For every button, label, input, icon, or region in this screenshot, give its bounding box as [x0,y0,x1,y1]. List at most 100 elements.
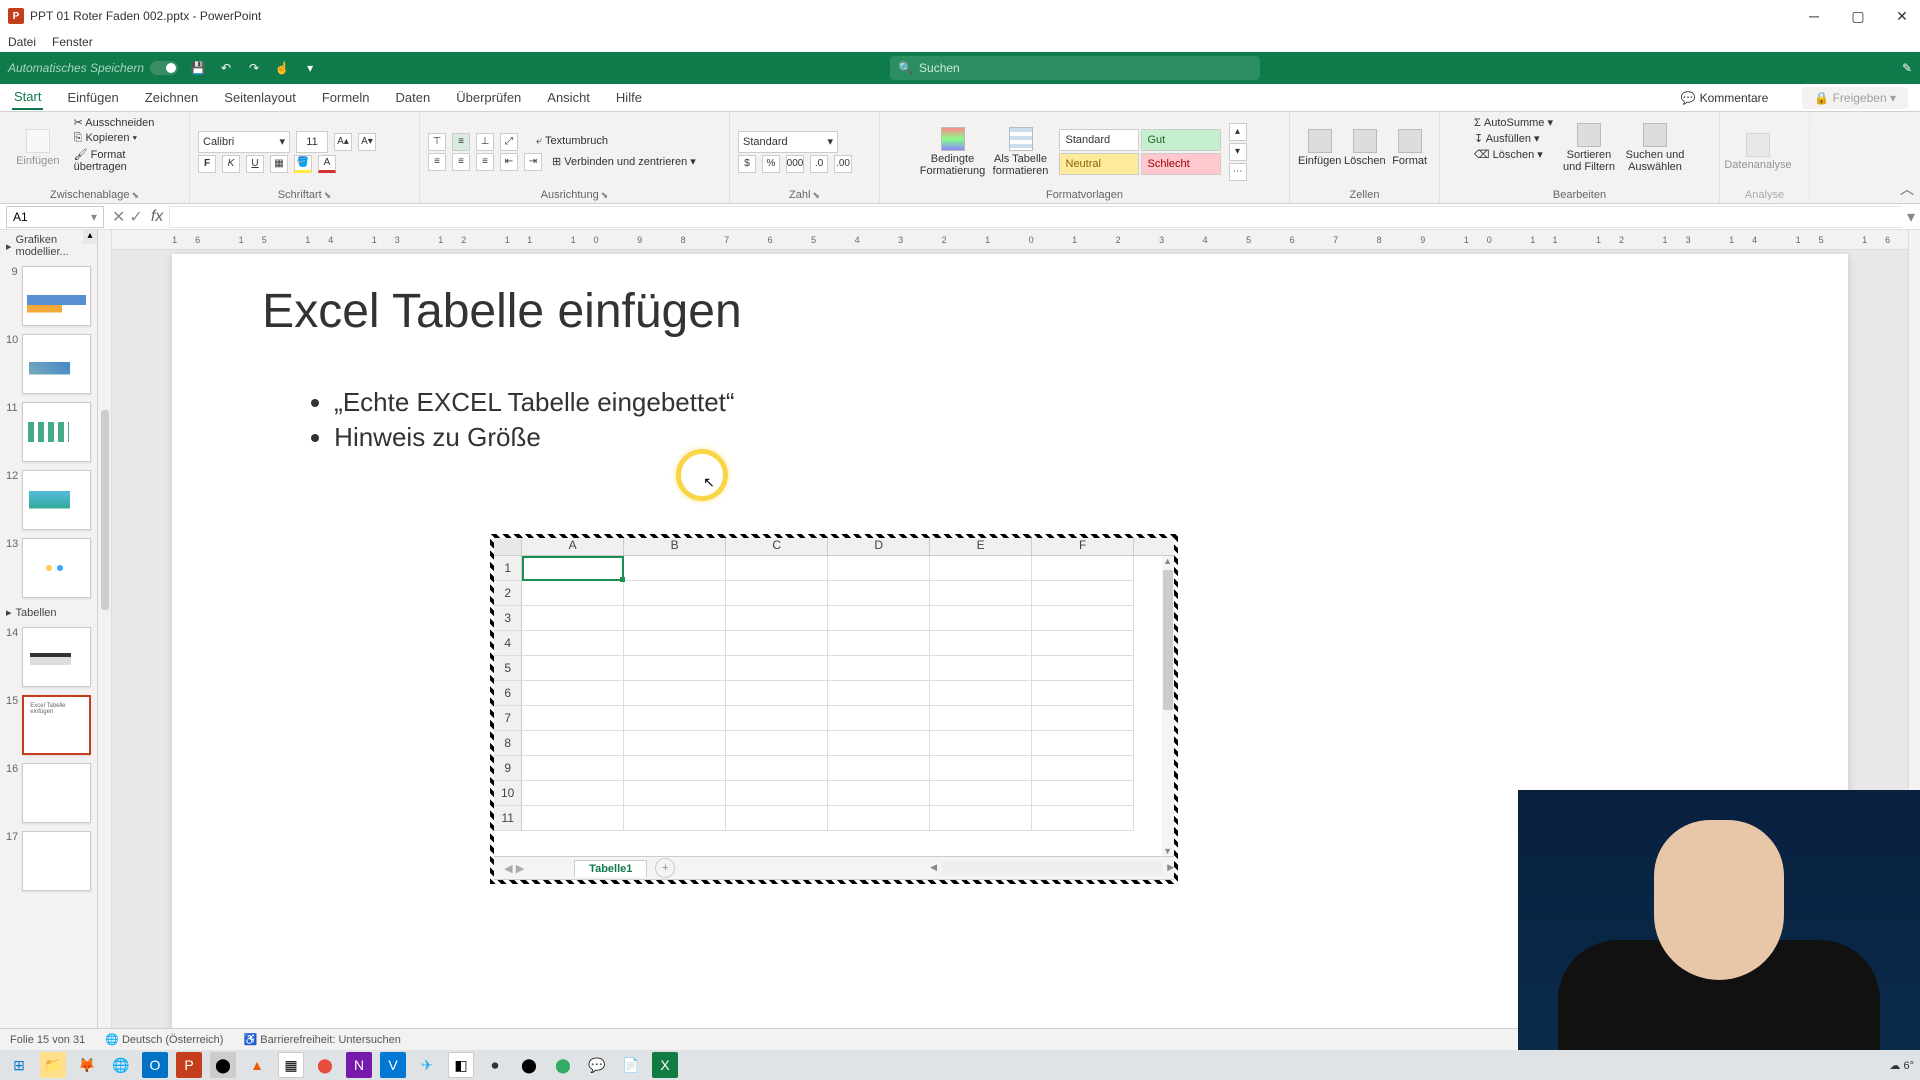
indent-inc-icon[interactable]: ⇥ [524,153,542,171]
select-all-corner[interactable] [494,538,522,555]
align-top-icon[interactable]: ⊤ [428,133,446,151]
percent-icon[interactable]: % [762,155,780,173]
excel-grid[interactable]: 1 2 3 4 5 6 7 8 9 10 11 [494,556,1162,856]
bullet-1[interactable]: „Echte EXCEL Tabelle eingebettet“ [334,387,1758,418]
bold-button[interactable]: F [198,155,216,173]
collapse-ribbon-icon[interactable]: ︿ [1900,179,1914,199]
indent-dec-icon[interactable]: ⇤ [500,153,518,171]
thumb-scroll-up-icon[interactable]: ▴ [83,230,97,244]
excel-icon[interactable]: X [652,1052,678,1078]
cut-button[interactable]: ✂ Ausschneiden [74,116,181,129]
qat-more-icon[interactable]: ▾ [302,60,318,76]
row-1[interactable]: 1 [494,556,522,581]
powerpoint-icon[interactable]: P [176,1052,202,1078]
app-icon-3[interactable]: ⬤ [312,1052,338,1078]
col-C[interactable]: C [726,538,828,555]
row-7[interactable]: 7 [494,706,522,731]
align-left-icon[interactable]: ≡ [428,153,446,171]
touch-icon[interactable]: ☝ [274,60,290,76]
increase-font-icon[interactable]: A▴ [334,133,352,151]
fill-button[interactable]: ↧ Ausfüllen ▾ [1474,132,1553,145]
sort-filter-button[interactable]: Sortieren und Filtern [1559,116,1619,180]
thumb-14[interactable]: 14 [0,623,97,691]
thumb-16[interactable]: 16 [0,759,97,827]
status-access[interactable]: ♿ Barrierefreiheit: Untersuchen [243,1033,400,1046]
underline-button[interactable]: U [246,155,264,173]
freigeben-button[interactable]: 🔒 Freigeben ▾ [1802,87,1908,109]
tab-start[interactable]: Start [12,85,43,110]
col-E[interactable]: E [930,538,1032,555]
tab-formeln[interactable]: Formeln [320,86,372,109]
row-9[interactable]: 9 [494,756,522,781]
font-launcher-icon[interactable]: ⬊ [324,190,332,201]
insert-cells-button[interactable]: Einfügen [1298,116,1341,180]
undo-icon[interactable]: ↶ [218,60,234,76]
cell-A1[interactable] [522,556,624,581]
name-box[interactable]: A1▾ [6,206,104,228]
obs-icon[interactable]: ⏺ [482,1052,508,1078]
excel-column-headers[interactable]: A B C D E F [494,538,1174,556]
font-size-combo[interactable]: 11 [296,131,328,153]
align-middle-icon[interactable]: ≡ [452,133,470,151]
thumb-15[interactable]: 15Excel Tabelle einfügen [0,691,97,759]
style-standard[interactable]: Standard [1059,129,1139,151]
tab-seitenlayout[interactable]: Seitenlayout [222,86,298,109]
status-lang[interactable]: 🌐 Deutsch (Österreich) [105,1033,223,1046]
conditional-format-button[interactable]: Bedingte Formatierung [923,120,983,184]
col-A[interactable]: A [522,538,624,555]
expand-formula-icon[interactable]: ▾ [1902,207,1920,227]
format-as-table-button[interactable]: Als Tabelle formatieren [991,120,1051,184]
italic-button[interactable]: K [222,155,240,173]
app-icon-7[interactable]: 💬 [584,1052,610,1078]
row-6[interactable]: 6 [494,681,522,706]
tab-hilfe[interactable]: Hilfe [614,86,644,109]
section-header-2[interactable]: ▸ Tabellen [0,602,97,623]
thumb-11[interactable]: 11 [0,398,97,466]
number-format-combo[interactable]: Standard▾ [738,131,838,153]
onenote-icon[interactable]: N [346,1052,372,1078]
format-cells-button[interactable]: Format [1388,116,1431,180]
row-10[interactable]: 10 [494,781,522,806]
weather-widget[interactable]: ☁ 6° [1889,1059,1914,1072]
sheet-nav[interactable]: ◀ ▶ [494,862,534,875]
formula-input[interactable] [169,206,1902,228]
row-8[interactable]: 8 [494,731,522,756]
cancel-formula-icon[interactable]: ✕ [112,207,125,227]
col-B[interactable]: B [624,538,726,555]
tab-ueberpruefen[interactable]: Überprüfen [454,86,523,109]
pen-icon[interactable]: ✎ [1902,61,1912,75]
maximize-button[interactable]: ▢ [1848,8,1868,25]
vscode-icon[interactable]: V [380,1052,406,1078]
thumb-10[interactable]: 10 [0,330,97,398]
border-button[interactable]: ▦ [270,155,288,173]
style-neutral[interactable]: Neutral [1059,153,1139,175]
search-box[interactable]: 🔍 Suchen [890,56,1260,80]
app-icon-5[interactable]: ⬤ [516,1052,542,1078]
telegram-icon[interactable]: ✈ [414,1052,440,1078]
tab-zeichnen[interactable]: Zeichnen [143,86,200,109]
minimize-button[interactable]: ─ [1804,8,1824,25]
styles-more-icon[interactable]: ⋯ [1229,163,1247,181]
vscroll-thumb[interactable] [101,410,109,610]
embedded-excel-object[interactable]: A B C D E F 1 2 3 4 5 6 7 8 9 10 [490,534,1178,884]
row-5[interactable]: 5 [494,656,522,681]
font-name-combo[interactable]: Calibri▾ [198,131,290,153]
wrap-text-button[interactable]: ⤶ Textumbruch [536,135,608,148]
currency-icon[interactable]: $ [738,155,756,173]
find-select-button[interactable]: Suchen und Auswählen [1625,116,1685,180]
app-icon-6[interactable]: ⬤ [550,1052,576,1078]
data-analysis-button[interactable]: Datenanalyse [1728,120,1788,184]
styles-down-icon[interactable]: ▾ [1229,143,1247,161]
save-icon[interactable]: 💾 [190,60,206,76]
font-color-button[interactable]: A [318,155,336,173]
sheet-tab-1[interactable]: Tabelle1 [574,860,647,877]
firefox-icon[interactable]: 🦊 [74,1052,100,1078]
alignment-launcher-icon[interactable]: ⬊ [601,190,609,201]
align-right-icon[interactable]: ≡ [476,153,494,171]
toggle-icon[interactable] [150,61,178,75]
tab-einfuegen[interactable]: Einfügen [65,86,120,109]
menu-fenster[interactable]: Fenster [52,35,93,49]
outlook-icon[interactable]: O [142,1052,168,1078]
thumb-13[interactable]: 13 [0,534,97,602]
bullet-2[interactable]: Hinweis zu Größe [334,422,1758,453]
